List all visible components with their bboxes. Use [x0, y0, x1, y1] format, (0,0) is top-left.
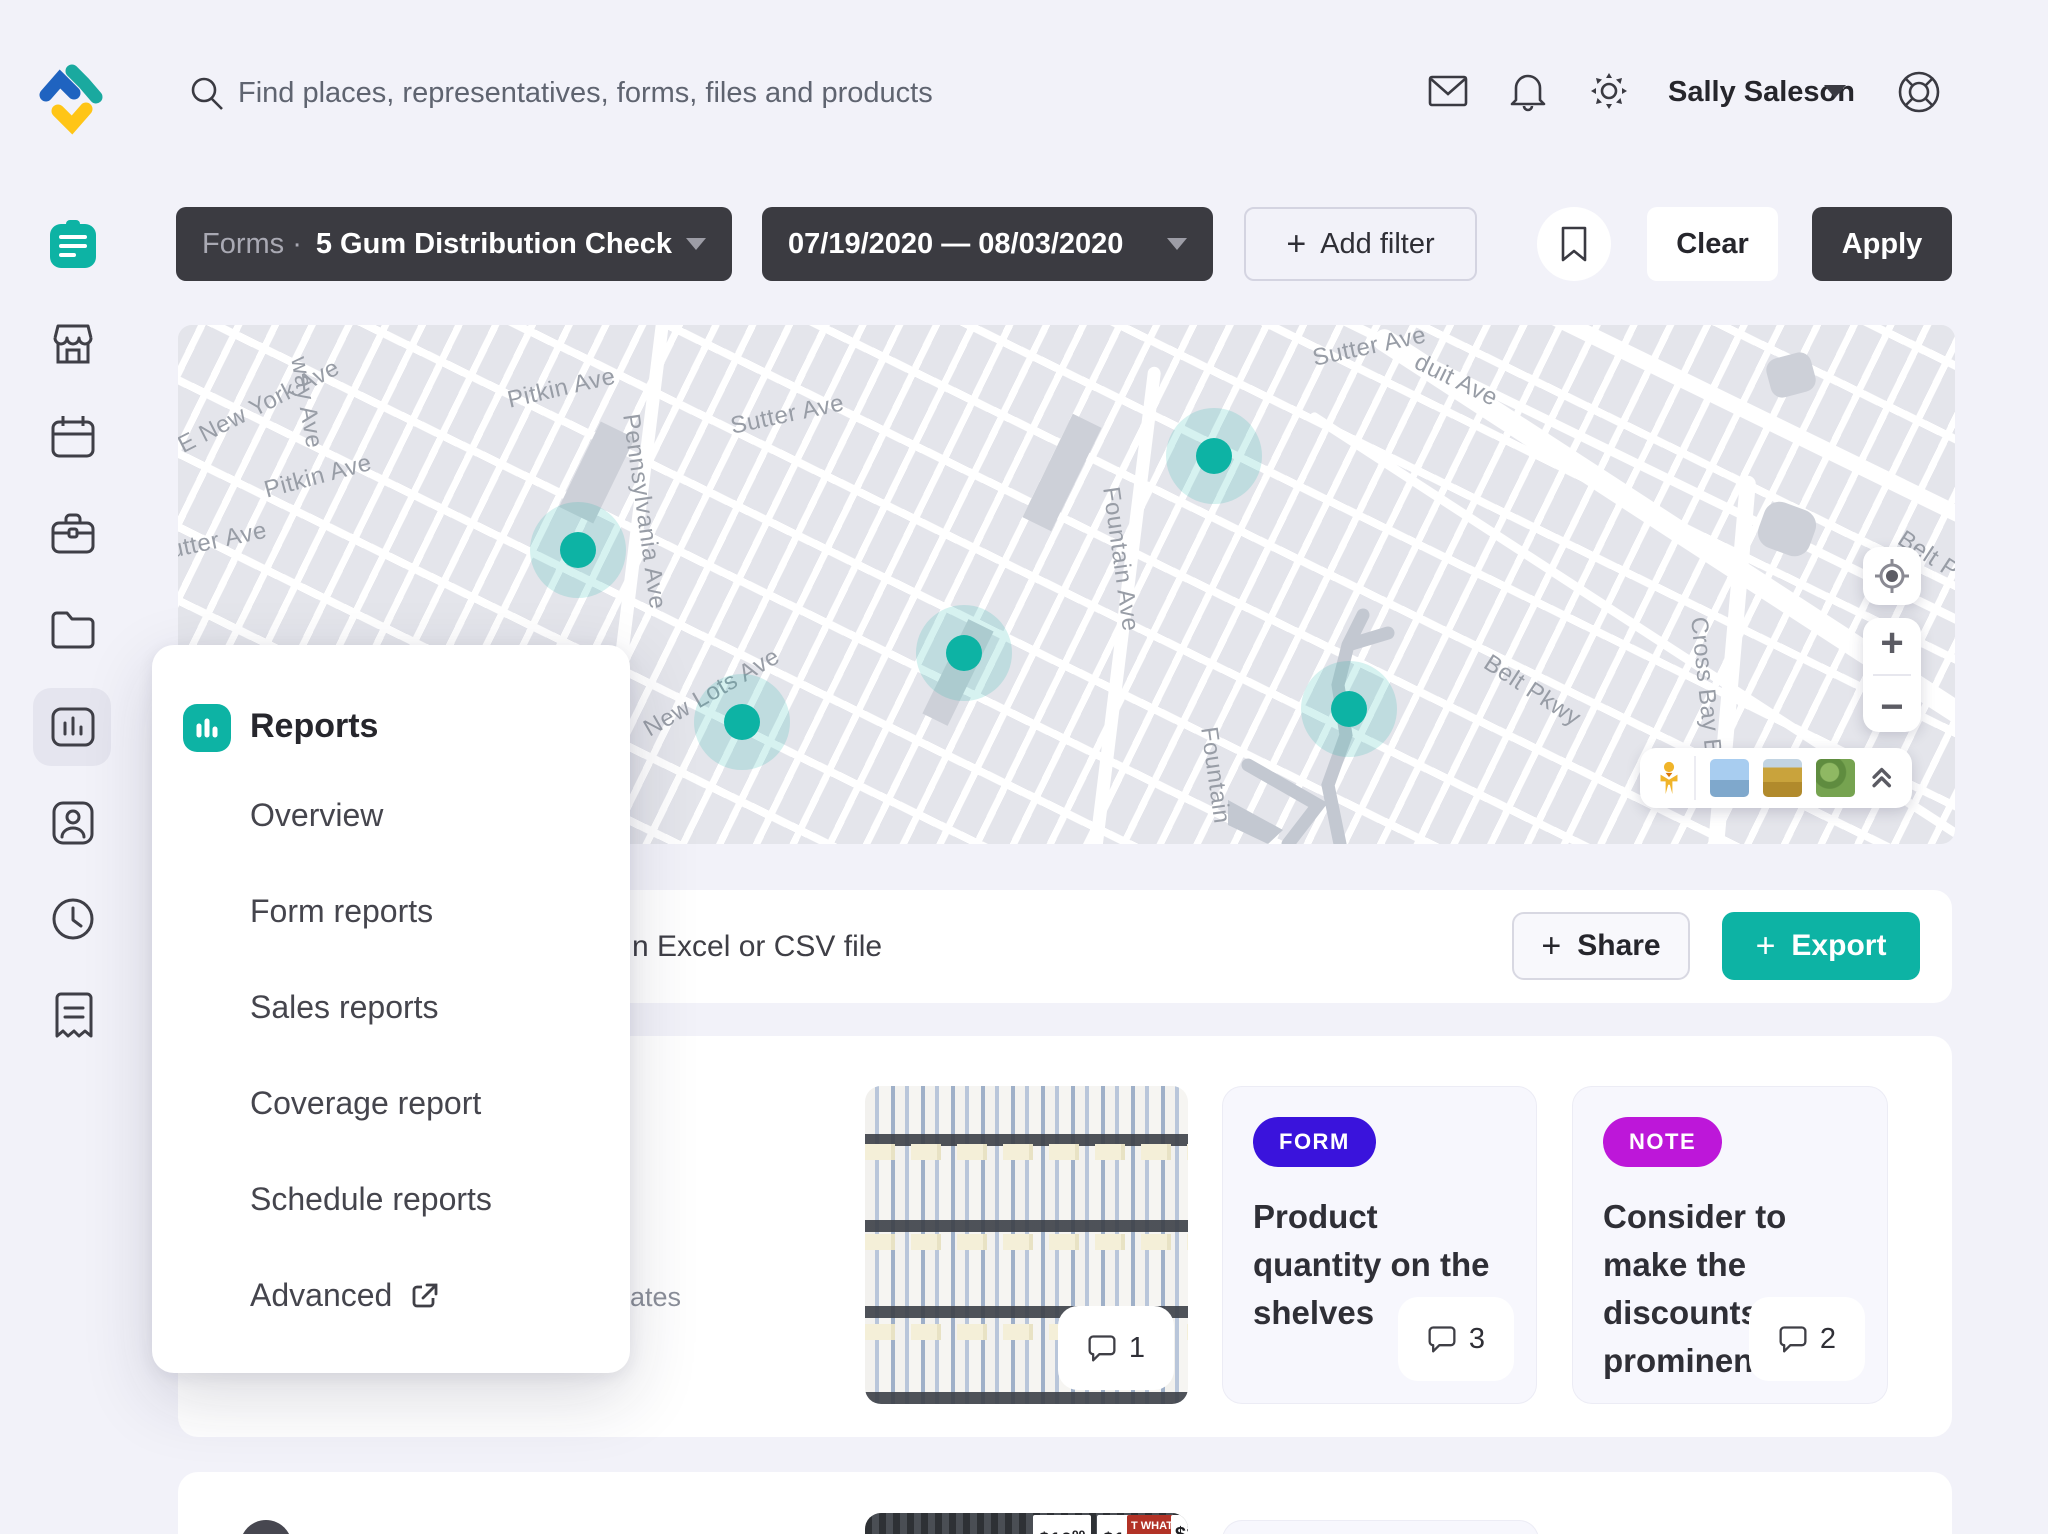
search-icon [188, 74, 226, 112]
results-row: $1099 $1399 T WHATEEDS $1 [178, 1472, 1952, 1534]
help-lifebuoy-icon[interactable] [1896, 69, 1942, 115]
clear-button[interactable]: Clear [1647, 207, 1778, 281]
comment-bubble-icon [1778, 1324, 1808, 1354]
map-place-marker[interactable] [530, 502, 626, 598]
user-menu-caret-icon[interactable] [1824, 85, 1846, 98]
menu-item-form-reports[interactable]: Form reports [250, 893, 433, 930]
add-filter-button[interactable]: + Add filter [1244, 207, 1477, 281]
menu-item-schedule-reports[interactable]: Schedule reports [250, 1181, 492, 1218]
date-range-dropdown[interactable]: 07/19/2020 — 08/03/2020 [762, 207, 1213, 281]
menu-item-advanced[interactable]: Advanced [250, 1277, 440, 1314]
basemap-thumb-greenery[interactable] [1816, 759, 1855, 797]
sidebar-item-places[interactable] [50, 322, 96, 366]
visit-photo-card[interactable]: $1099 $1399 T WHATEEDS $1 [865, 1513, 1188, 1534]
price-tag: $1 [1171, 1515, 1188, 1534]
pegman-icon[interactable] [1658, 758, 1680, 798]
forms-filter-prefix: Forms · [202, 228, 302, 261]
reports-flyout-menu: Reports Overview Form reports Sales repo… [152, 645, 630, 1373]
app-root: Find places, representatives, forms, fil… [0, 0, 2048, 1534]
basemap-thumb-satellite[interactable] [1710, 759, 1749, 797]
form-badge: FORM [1253, 1117, 1376, 1167]
menu-item-overview[interactable]: Overview [250, 797, 383, 834]
share-label: Share [1577, 929, 1660, 963]
map-zoom-control: + − [1863, 618, 1921, 732]
zoom-in-button[interactable]: + [1863, 623, 1921, 663]
reports-menu-title: Reports [250, 707, 378, 746]
export-button[interactable]: + Export [1722, 912, 1920, 980]
external-link-icon [410, 1281, 440, 1311]
chevron-down-icon [686, 238, 706, 250]
comment-count: 1 [1129, 1332, 1145, 1365]
forms-filter-dropdown[interactable]: Forms · 5 Gum Distribution Check... [176, 207, 732, 281]
sidebar-item-schedule[interactable] [50, 415, 96, 459]
comment-count: 3 [1469, 1323, 1485, 1356]
comment-bubble-icon [1087, 1333, 1117, 1363]
locate-me-button[interactable] [1863, 547, 1921, 605]
basemap-selector [1640, 748, 1912, 808]
menu-item-sales-reports[interactable]: Sales reports [250, 989, 439, 1026]
reports-menu-icon [183, 704, 231, 752]
form-result-card[interactable]: FORM Product quantity on the shelves 3 [1222, 1086, 1537, 1404]
comment-bubble-icon [1427, 1324, 1457, 1354]
share-button[interactable]: + Share [1512, 912, 1690, 980]
menu-item-coverage-report[interactable]: Coverage report [250, 1085, 481, 1122]
comments-badge[interactable]: 3 [1398, 1297, 1514, 1381]
hidden-text-fragment: ates [630, 1282, 681, 1313]
locate-icon [1875, 559, 1909, 593]
sidebar-item-notes[interactable] [50, 992, 94, 1038]
menu-item-advanced-label: Advanced [250, 1277, 392, 1314]
note-badge: NOTE [1603, 1117, 1722, 1167]
comments-badge[interactable]: 1 [1058, 1306, 1174, 1390]
forms-filter-value: 5 Gum Distribution Check... [316, 228, 672, 261]
date-range-value: 07/19/2020 — 08/03/2020 [788, 228, 1123, 261]
global-search-input[interactable]: Find places, representatives, forms, fil… [238, 77, 1138, 110]
map-place-marker[interactable] [1166, 408, 1262, 504]
avatar [240, 1520, 292, 1534]
sidebar-item-history[interactable] [50, 896, 96, 942]
bookmark-icon [1560, 226, 1588, 262]
map-place-marker[interactable] [694, 674, 790, 770]
note-result-card[interactable]: NOTE Consider to make the discounts more… [1572, 1086, 1888, 1404]
collapse-chevrons-icon[interactable] [1869, 763, 1894, 793]
sidebar-item-forms[interactable] [50, 220, 96, 272]
export-hint-text: n Excel or CSV file [632, 930, 882, 964]
promo-tag: T WHATEEDS [1127, 1515, 1177, 1534]
sidebar-item-jobs[interactable] [50, 513, 96, 555]
export-label: Export [1791, 929, 1886, 963]
zoom-out-button[interactable]: − [1863, 687, 1921, 727]
comment-count: 2 [1820, 1323, 1836, 1356]
map-place-marker[interactable] [1301, 661, 1397, 757]
form-result-card[interactable] [1222, 1520, 1539, 1534]
price-tag: $1099 [1033, 1515, 1091, 1534]
settings-gear-icon[interactable] [1588, 70, 1630, 112]
basemap-thumb-terrain[interactable] [1763, 759, 1802, 797]
add-filter-label: Add filter [1320, 228, 1434, 261]
apply-button[interactable]: Apply [1812, 207, 1952, 281]
comments-badge[interactable]: 2 [1749, 1297, 1865, 1381]
mail-icon[interactable] [1428, 73, 1468, 109]
sidebar-item-files[interactable] [50, 609, 96, 649]
sidebar-item-reports[interactable] [50, 706, 96, 748]
sidebar [0, 0, 145, 1534]
visit-photo-card[interactable]: 1 [865, 1086, 1188, 1404]
map-place-marker[interactable] [916, 605, 1012, 701]
notifications-bell-icon[interactable] [1508, 70, 1548, 112]
save-filter-bookmark-button[interactable] [1537, 207, 1611, 281]
chevron-down-icon [1167, 238, 1187, 250]
sidebar-item-representatives[interactable] [50, 801, 96, 845]
